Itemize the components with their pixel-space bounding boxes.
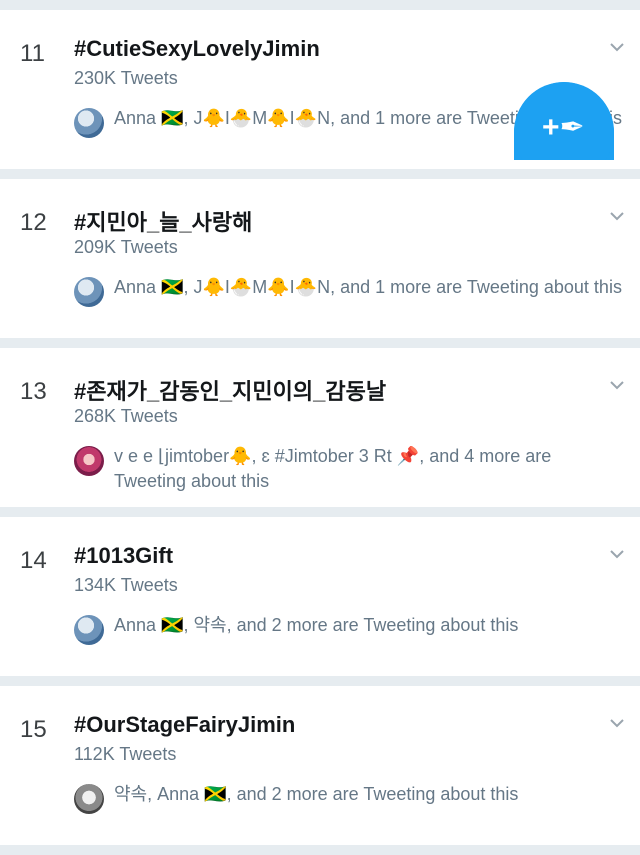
social-context-text: v e e ⌊jimtober🐥, ɛ #Jimtober 3 Rt 📌, an… [114,446,552,491]
trend-hashtag[interactable]: #존재가_감동인_지민이의_감동날 [74,374,386,406]
trend-rank: 15 [20,716,47,743]
trend-rank: 11 [20,40,45,67]
trend-social-context: Anna 🇯🇲, 약속, and 2 more are Tweeting abo… [74,613,624,645]
avatar [74,784,104,814]
chevron-down-icon[interactable] [610,378,624,392]
trend-hashtag[interactable]: #CutieSexyLovelyJimin [74,36,320,62]
trend-rank: 14 [20,547,47,574]
chevron-down-icon[interactable] [610,716,624,730]
trend-social-context: 약속, Anna 🇯🇲, and 2 more are Tweeting abo… [74,782,624,814]
trend-hashtag[interactable]: #지민아_늘_사랑해 [74,205,252,237]
trend-rank: 12 [20,209,47,236]
trend-rank: 13 [20,378,47,405]
avatar [74,277,104,307]
top-divider [0,0,640,10]
trend-tweet-count: 134K Tweets [74,575,178,595]
trend-item[interactable]: 13 #존재가_감동인_지민이의_감동날 268K Tweets v e e ⌊… [0,348,640,517]
trend-item[interactable]: 15 #OurStageFairyJimin 112K Tweets 약속, A… [0,686,640,855]
trend-item[interactable]: 12 #지민아_늘_사랑해 209K Tweets Anna 🇯🇲, J🐥I🐣M… [0,179,640,348]
chevron-down-icon[interactable] [610,40,624,54]
trend-hashtag[interactable]: #1013Gift [74,543,173,569]
avatar [74,615,104,645]
chevron-down-icon[interactable] [610,547,624,561]
social-context-text: 약속, Anna 🇯🇲, and 2 more are Tweeting abo… [114,784,519,804]
social-context-text: Anna 🇯🇲, J🐥I🐣M🐥I🐣N, and 1 more are Tweet… [114,277,622,297]
chevron-down-icon[interactable] [610,209,624,223]
trend-item[interactable]: 14 #1013Gift 134K Tweets Anna 🇯🇲, 약속, an… [0,517,640,686]
trend-tweet-count: 209K Tweets [74,237,178,257]
trend-hashtag[interactable]: #OurStageFairyJimin [74,712,295,738]
avatar [74,446,104,476]
social-context-text: Anna 🇯🇲, 약속, and 2 more are Tweeting abo… [114,615,519,635]
avatar [74,108,104,138]
trend-tweet-count: 112K Tweets [74,744,177,764]
trend-social-context: Anna 🇯🇲, J🐥I🐣M🐥I🐣N, and 1 more are Tweet… [74,275,624,307]
trend-tweet-count: 268K Tweets [74,406,178,426]
compose-tweet-icon: +✒ [542,111,585,144]
trend-tweet-count: 230K Tweets [74,68,178,88]
trend-social-context: v e e ⌊jimtober🐥, ɛ #Jimtober 3 Rt 📌, an… [74,444,624,494]
